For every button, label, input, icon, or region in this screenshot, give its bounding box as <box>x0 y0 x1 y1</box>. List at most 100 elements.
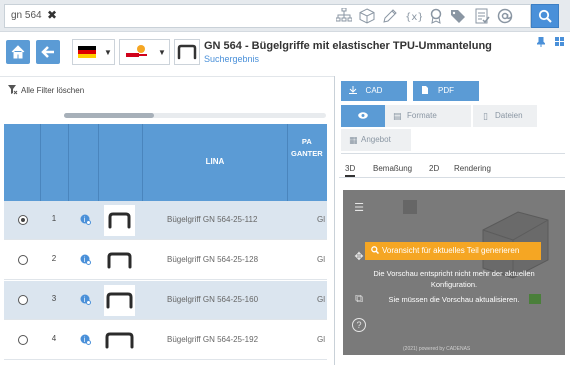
results-panel: Alle Filter löschen LINA PA GANTER 1 i B… <box>0 76 334 365</box>
info-icon[interactable]: i <box>80 294 91 307</box>
catalog-selector[interactable]: ▼ <box>119 39 170 65</box>
row-name: Bügelgriff GN 564-25-112 <box>167 215 258 224</box>
horizontal-scrollbar[interactable] <box>64 113 326 118</box>
part-image <box>104 325 135 356</box>
info-icon[interactable]: i <box>80 254 91 267</box>
row-radio[interactable] <box>18 255 28 265</box>
row-name: Bügelgriff GN 564-25-128 <box>167 255 259 264</box>
certificate-icon[interactable] <box>427 8 445 26</box>
col-lina-header[interactable]: LINA <box>143 124 288 201</box>
list-icon[interactable]: ☰ <box>352 201 366 215</box>
part-thumbnail <box>174 39 200 65</box>
tags-icon[interactable] <box>450 8 468 26</box>
pencil-icon[interactable] <box>381 8 399 26</box>
view-tab-dimensions[interactable]: Bemaßung <box>373 164 412 173</box>
variable-icon[interactable]: {x} <box>404 8 424 26</box>
row-name: Bügelgriff GN 564-25-192 <box>167 335 259 344</box>
table-row[interactable]: 4 i Bügelgriff GN 564-25-192 Gl <box>4 321 327 360</box>
col-pa-label-2: GANTER <box>291 149 323 158</box>
row-pa-value: Gl <box>317 215 325 224</box>
document-icon: ▯ <box>483 111 488 121</box>
move-icon[interactable]: ✥ <box>352 250 366 264</box>
table-row[interactable]: 2 i Bügelgriff GN 564-25-128 Gl <box>4 241 327 280</box>
svg-text:i: i <box>84 336 86 344</box>
row-radio[interactable] <box>18 295 28 305</box>
arrow-left-icon <box>41 46 54 58</box>
page-title: GN 564 - Bügelgriffe mit elastischer TPU… <box>204 40 492 52</box>
col-image-header <box>99 124 143 201</box>
filter-clear-icon <box>8 85 18 95</box>
svg-text:{x}: {x} <box>405 12 422 23</box>
col-pa-label-1: PA <box>301 137 312 146</box>
pdf-label: PDF <box>438 86 454 95</box>
at-icon[interactable] <box>496 8 514 26</box>
row-radio[interactable] <box>18 215 28 225</box>
pdf-button[interactable]: PDF <box>413 81 479 101</box>
outdated-notice-1: Die Vorschau entspricht nicht mehr der a… <box>373 269 535 278</box>
tab-formats[interactable]: ▤ Formate <box>385 105 471 127</box>
row-number: 3 <box>51 294 57 303</box>
home-button[interactable] <box>6 40 30 64</box>
info-icon[interactable]: i <box>80 334 91 347</box>
row-radio[interactable] <box>18 335 28 345</box>
svg-text:i: i <box>84 296 86 304</box>
catalog-logo-icon <box>126 45 147 57</box>
back-button[interactable] <box>36 40 60 64</box>
svg-text:i: i <box>84 216 86 224</box>
row-number: 4 <box>51 334 57 343</box>
download-icon <box>349 86 357 94</box>
cube-icon[interactable] <box>358 8 376 26</box>
handle-icon <box>177 44 197 60</box>
3d-viewer[interactable]: ☰ ✥ ⧉ ? Voransicht für aktuelles Teil ge… <box>343 190 565 355</box>
help-icon[interactable]: ? <box>352 318 366 332</box>
pin-icon[interactable] <box>537 37 545 47</box>
cad-button[interactable]: CAD <box>341 81 407 101</box>
search-button[interactable] <box>531 4 559 28</box>
search-icon <box>538 9 552 23</box>
tab-files[interactable]: ▯ Dateien <box>473 105 537 127</box>
tab-files-label: Dateien <box>495 111 523 120</box>
search-box[interactable]: gn 564 ✖ {x} <box>4 4 531 28</box>
table-row[interactable]: 1 i Bügelgriff GN 564-25-112 Gl <box>4 201 327 240</box>
clear-search-icon[interactable]: ✖ <box>47 8 57 22</box>
cad-label: CAD <box>365 86 383 95</box>
part-image <box>104 205 135 236</box>
tab-formats-label: Formate <box>407 111 437 120</box>
tab-offer[interactable]: ▦ Angebot <box>341 129 411 151</box>
tab-offer-label: Angebot <box>361 135 391 144</box>
preview-panel: CAD PDF ▤ Formate ▯ Dateien ▦ Angebot 3D… <box>335 76 570 365</box>
search-icon <box>371 246 380 255</box>
home-icon <box>11 45 25 59</box>
row-pa-value: Gl <box>317 295 325 304</box>
row-pa-value: Gl <box>317 335 325 344</box>
col-info-header <box>69 124 99 201</box>
table-header: LINA PA GANTER <box>4 124 327 201</box>
col-pa-header[interactable]: PA GANTER <box>291 136 323 160</box>
file-icon: ▤ <box>393 111 402 121</box>
breadcrumb[interactable]: Suchergebnis <box>204 54 259 64</box>
sitemap-icon[interactable] <box>335 7 353 26</box>
chevron-down-icon: ▼ <box>158 48 166 57</box>
generate-preview-button[interactable]: Voransicht für aktuelles Teil generieren <box>365 242 541 260</box>
svg-text:i: i <box>84 256 86 264</box>
language-selector[interactable]: ▼ <box>72 39 115 65</box>
clear-filters-link[interactable]: Alle Filter löschen <box>8 85 84 95</box>
checklist-icon[interactable] <box>473 8 491 26</box>
top-search-bar: gn 564 ✖ {x} <box>0 0 570 32</box>
powered-by-watermark: (2021) powered by CADENAS <box>403 346 471 352</box>
part-image <box>104 285 135 316</box>
german-flag-icon <box>78 46 96 58</box>
search-toolbar: {x} <box>335 7 514 26</box>
cart-icon: ▦ <box>349 135 358 145</box>
tab-preview[interactable] <box>341 105 385 127</box>
col-lina-label: LINA <box>205 157 225 166</box>
col-number-header <box>41 124 69 201</box>
search-input[interactable]: gn 564 <box>11 10 42 21</box>
view-tab-2d[interactable]: 2D <box>429 164 439 173</box>
scrollbar-thumb[interactable] <box>64 113 154 118</box>
view-tab-rendering[interactable]: Rendering <box>454 164 491 173</box>
view-tab-3d[interactable]: 3D <box>345 164 356 177</box>
table-row[interactable]: 3 i Bügelgriff GN 564-25-160 Gl <box>4 281 327 320</box>
info-icon[interactable]: i <box>80 214 91 227</box>
grid-icon[interactable] <box>555 37 564 46</box>
